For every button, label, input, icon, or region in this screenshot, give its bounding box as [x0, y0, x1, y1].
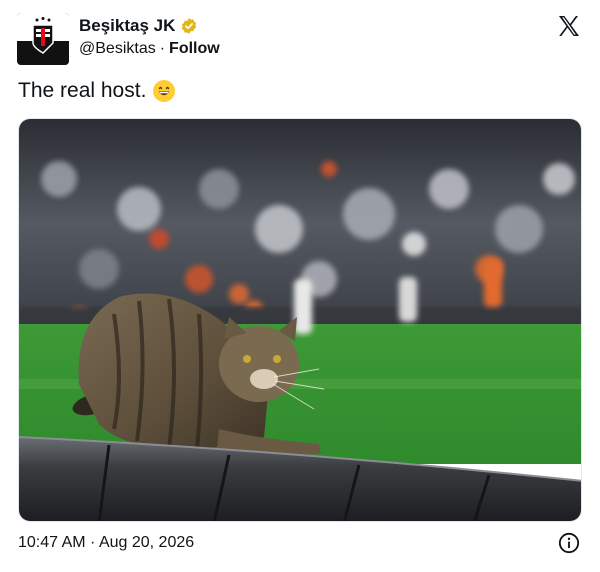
besiktas-crest-icon	[17, 13, 69, 65]
tweet-text: The real host.	[18, 79, 176, 103]
tweet-body: The real host.	[18, 79, 147, 102]
photo-cat-on-stadium-barrier	[19, 119, 581, 521]
tweet-timestamp[interactable]: 10:47 AM · Aug 20, 2026	[18, 534, 194, 552]
tweet-photo[interactable]	[18, 118, 582, 522]
author-handle-row: @Besiktas · Follow	[79, 40, 220, 58]
author-name[interactable]: Beşiktaş JK	[79, 16, 175, 36]
author-name-row: Beşiktaş JK	[79, 16, 198, 36]
follow-button[interactable]: Follow	[169, 40, 220, 58]
separator-dot: ·	[159, 40, 166, 57]
x-logo-icon[interactable]	[557, 14, 581, 38]
author-handle[interactable]: @Besiktas	[79, 40, 156, 58]
gold-verified-badge-icon[interactable]	[180, 17, 198, 35]
author-avatar[interactable]	[17, 13, 69, 65]
info-icon[interactable]	[558, 532, 580, 554]
grinning-face-emoji-icon	[153, 80, 176, 102]
